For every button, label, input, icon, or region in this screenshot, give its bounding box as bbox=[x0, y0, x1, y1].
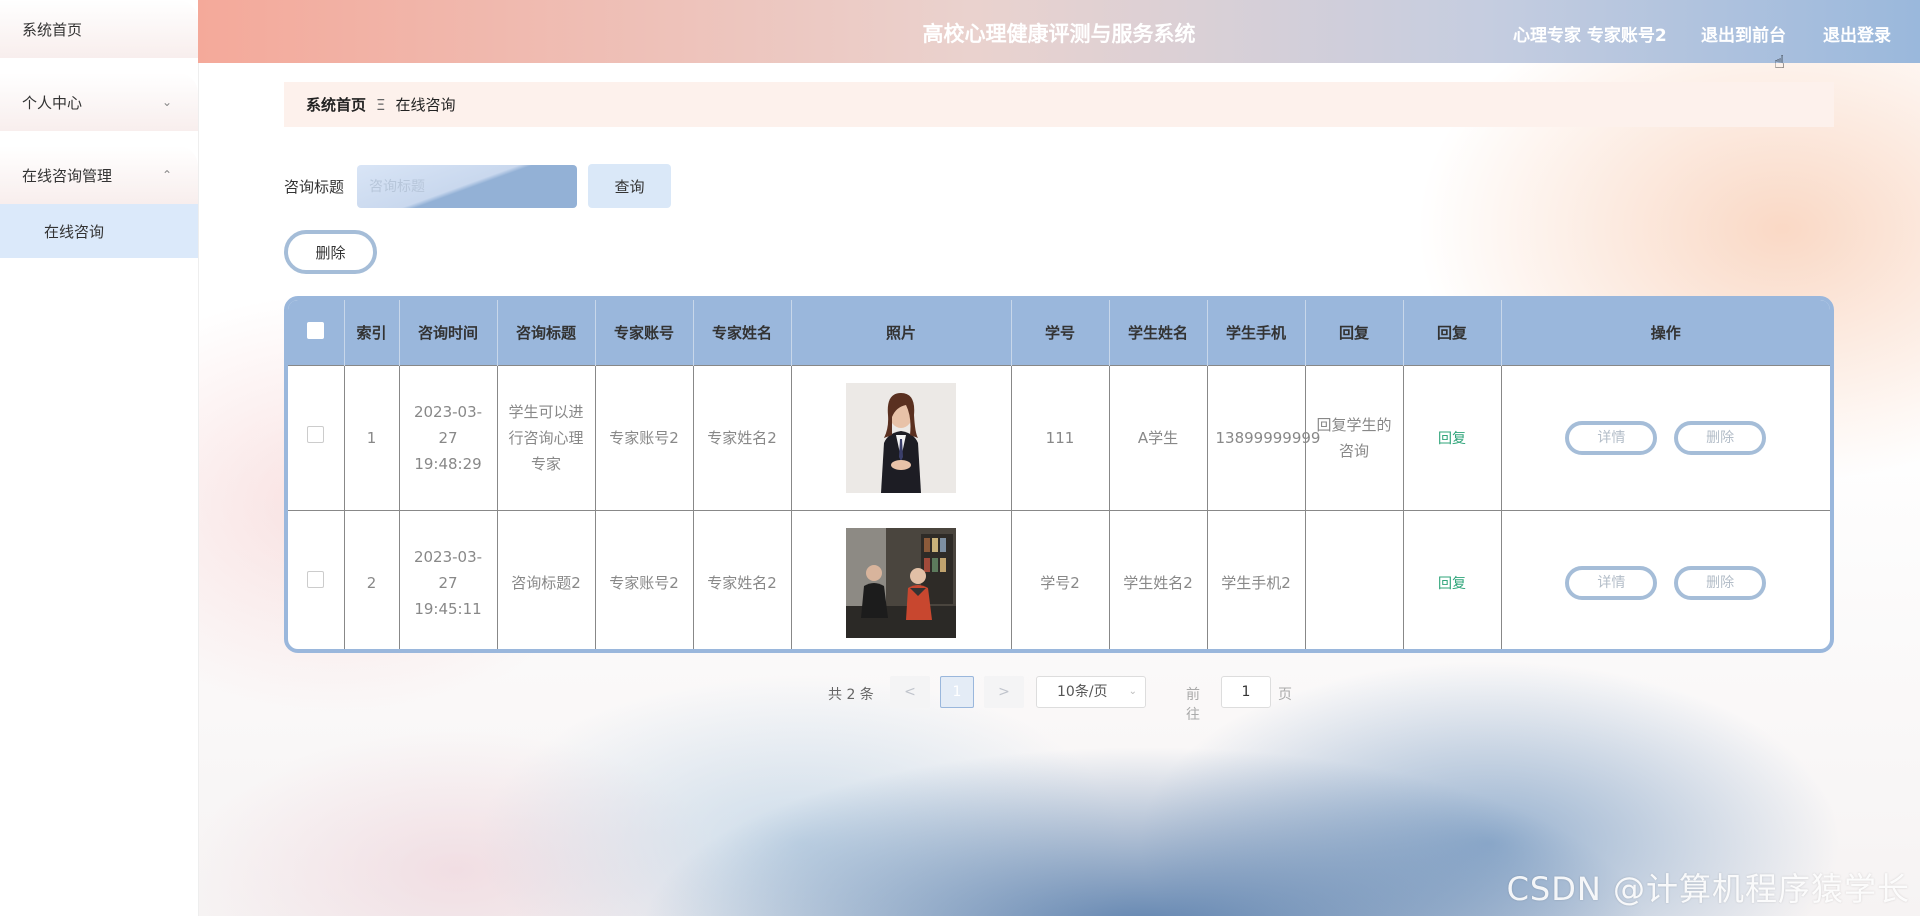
column-header: 专家账号 bbox=[595, 300, 694, 366]
column-header: 学号 bbox=[1011, 300, 1110, 366]
current-user: 心理专家 专家账号2 bbox=[1513, 26, 1667, 46]
reply-link[interactable]: 回复 bbox=[1438, 576, 1466, 592]
column-header: 回复 bbox=[1305, 300, 1404, 366]
cell-student-id: 111 bbox=[1011, 365, 1110, 511]
page-jump-input[interactable]: 1 bbox=[1221, 676, 1271, 708]
column-header: 专家姓名 bbox=[693, 300, 792, 366]
chevron-down-icon: ⌄ bbox=[161, 95, 172, 109]
page-suffix: 页 bbox=[1278, 687, 1292, 703]
page-size-value: 10条/页 bbox=[1057, 684, 1108, 700]
sidebar-item-consult-management[interactable]: 在线咨询管理 ⌃ bbox=[0, 146, 198, 204]
breadcrumb-current: 在线咨询 bbox=[395, 96, 456, 114]
breadcrumb-home[interactable]: 系统首页 bbox=[306, 94, 366, 115]
row-select-cell[interactable] bbox=[288, 365, 345, 511]
sidebar: 系统首页 个人中心 ⌄ 在线咨询管理 ⌃ 在线咨询 bbox=[0, 0, 199, 916]
cell-expert-name: 专家姓名2 bbox=[693, 365, 792, 511]
column-header: 照片 bbox=[791, 300, 1012, 366]
select-all-checkbox[interactable] bbox=[307, 322, 325, 339]
csdn-watermark: CSDN @计算机程序猿学长 bbox=[1506, 870, 1910, 908]
cell-student-phone: 学生手机2 bbox=[1207, 510, 1306, 649]
top-header: 高校心理健康评测与服务系统 心理专家 专家账号2 退出到前台 退出登录 bbox=[198, 0, 1920, 63]
cell-student-id: 学号2 bbox=[1011, 510, 1110, 649]
sidebar-item-label: 系统首页 bbox=[22, 20, 83, 39]
sidebar-subitem-online-consult[interactable]: 在线咨询 bbox=[0, 204, 198, 258]
cell-title: 学生可以进行咨询心理专家 bbox=[497, 365, 596, 511]
chevron-down-icon: ⌄ bbox=[1128, 686, 1137, 697]
cell-expert-account: 专家账号2 bbox=[595, 365, 694, 511]
exit-to-frontend-link[interactable]: 退出到前台 bbox=[1701, 21, 1786, 46]
cell-expert-name: 专家姓名2 bbox=[693, 510, 792, 649]
logout-link[interactable]: 退出登录 bbox=[1823, 21, 1891, 46]
page-number-button[interactable]: 1 bbox=[940, 676, 974, 708]
table-row: 1 2023-03-27 19:48:29 学生可以进行咨询心理专家 专家账号2… bbox=[288, 365, 1830, 511]
row-checkbox[interactable] bbox=[307, 426, 325, 443]
cell-operations: 详情 删除 bbox=[1501, 510, 1830, 649]
cell-reply-action: 回复 bbox=[1403, 510, 1502, 649]
goto-label: 前往 bbox=[1186, 687, 1200, 723]
sidebar-item-label: 在线咨询管理 bbox=[22, 166, 113, 185]
cell-student-phone: 13899999999 bbox=[1207, 365, 1320, 511]
column-header: 回复 bbox=[1403, 300, 1502, 366]
column-header: 索引 bbox=[344, 300, 400, 366]
page-size-select[interactable]: 10条/页 ⌄ bbox=[1036, 676, 1146, 708]
detail-button[interactable]: 详情 bbox=[1565, 421, 1658, 455]
cell-student-name: A学生 bbox=[1109, 365, 1208, 511]
reply-link[interactable]: 回复 bbox=[1438, 431, 1466, 447]
sidebar-item-label: 个人中心 bbox=[22, 93, 83, 112]
cell-reply bbox=[1305, 510, 1404, 649]
consult-table: 索引 咨询时间 咨询标题 专家账号 专家姓名 照片 学号 学生姓名 学生手机 回… bbox=[284, 296, 1834, 653]
chevron-up-icon: ⌃ bbox=[161, 168, 172, 182]
table-header-row: 索引 咨询时间 咨询标题 专家账号 专家姓名 照片 学号 学生姓名 学生手机 回… bbox=[288, 300, 1830, 366]
sidebar-item-home[interactable]: 系统首页 bbox=[0, 0, 198, 58]
batch-delete-button[interactable]: 删除 bbox=[284, 230, 377, 274]
cell-photo bbox=[791, 365, 1012, 511]
counseling-session-photo[interactable] bbox=[846, 528, 956, 638]
column-header: 操作 bbox=[1501, 300, 1830, 366]
column-header: 学生姓名 bbox=[1109, 300, 1208, 366]
delete-button[interactable]: 删除 bbox=[1674, 421, 1767, 455]
cell-index: 1 bbox=[344, 365, 400, 511]
column-header: 咨询时间 bbox=[399, 300, 498, 366]
delete-button[interactable]: 删除 bbox=[1674, 566, 1767, 600]
woman-in-suit-photo[interactable] bbox=[846, 383, 956, 493]
search-input[interactable] bbox=[357, 165, 577, 208]
detail-button[interactable]: 详情 bbox=[1565, 566, 1658, 600]
query-button[interactable]: 查询 bbox=[588, 164, 671, 208]
row-checkbox[interactable] bbox=[307, 571, 325, 588]
cell-index: 2 bbox=[344, 510, 400, 649]
table-row: 2 2023-03-27 19:45:11 咨询标题2 专家账号2 专家姓名2 bbox=[288, 510, 1830, 649]
sidebar-item-personal-center[interactable]: 个人中心 ⌄ bbox=[0, 73, 198, 131]
cell-time: 2023-03-27 19:45:11 bbox=[399, 510, 498, 649]
cell-operations: 详情 删除 bbox=[1501, 365, 1830, 511]
hand-cursor-icon: ☝ bbox=[1774, 52, 1785, 73]
next-page-button[interactable]: > bbox=[984, 676, 1024, 708]
column-header: 学生手机 bbox=[1207, 300, 1306, 366]
breadcrumb: 系统首页 Ξ 在线咨询 bbox=[284, 82, 1834, 127]
total-count: 共 2 条 bbox=[828, 687, 874, 703]
row-select-cell[interactable] bbox=[288, 510, 345, 649]
cell-expert-account: 专家账号2 bbox=[595, 510, 694, 649]
cell-student-name: 学生姓名2 bbox=[1109, 510, 1208, 649]
search-label: 咨询标题 bbox=[284, 178, 345, 196]
sidebar-subitem-label: 在线咨询 bbox=[44, 222, 105, 241]
cell-photo bbox=[791, 510, 1012, 649]
select-all-header[interactable] bbox=[288, 300, 345, 366]
prev-page-button[interactable]: < bbox=[890, 676, 930, 708]
column-header: 咨询标题 bbox=[497, 300, 596, 366]
cell-title: 咨询标题2 bbox=[497, 510, 596, 649]
cell-reply-action: 回复 bbox=[1403, 365, 1502, 511]
breadcrumb-separator-icon: Ξ bbox=[376, 95, 386, 114]
cell-time: 2023-03-27 19:48:29 bbox=[399, 365, 498, 511]
